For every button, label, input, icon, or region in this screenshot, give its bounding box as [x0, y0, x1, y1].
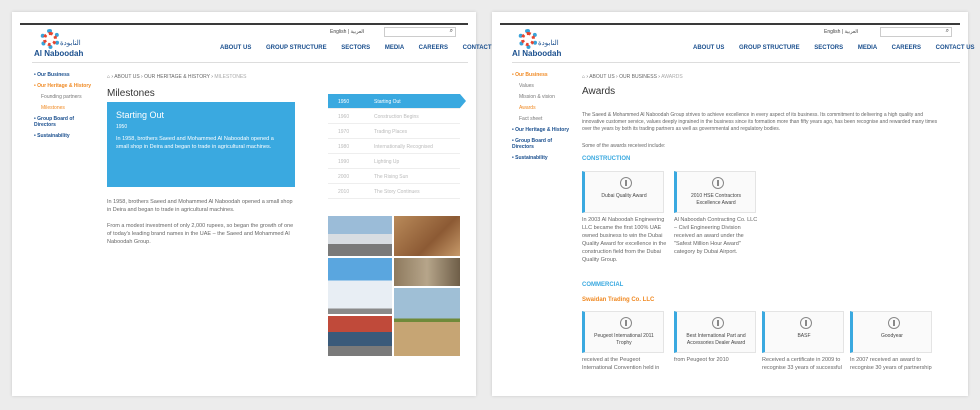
nav-group-structure[interactable]: GROUP STRUCTURE — [266, 45, 327, 51]
medal-icon — [712, 177, 724, 189]
award-text: In 2003 Al Naboodah Engineering LLC beca… — [582, 217, 667, 263]
breadcrumb: ⌂ › ABOUT US › OUR HERITAGE & HISTORY › … — [107, 74, 247, 80]
nav-media[interactable]: MEDIA — [858, 45, 877, 51]
milestone-para-2: From a modest investment of only 2,000 r… — [107, 223, 294, 245]
top-border — [20, 23, 468, 25]
nav-sectors[interactable]: SECTORS — [814, 45, 843, 51]
photo-men — [328, 258, 392, 314]
photo-tree — [394, 288, 460, 356]
brand-logo[interactable]: النابودة Al Naboodah — [512, 29, 561, 58]
award-card: Best International Part and Accessories … — [674, 311, 756, 353]
award-card: Peugeot International 2011 Trophy — [582, 311, 664, 353]
nav-about[interactable]: ABOUT US — [693, 45, 724, 51]
award-text: In 2007 received an award to recognise 3… — [850, 357, 932, 371]
nav-contact[interactable]: CONTACT US — [936, 45, 975, 51]
company-name: Swaidan Trading Co. LLC — [582, 297, 655, 303]
sidebar-item-sustainability[interactable]: • Sustainability — [512, 155, 574, 161]
photo-collage — [328, 216, 460, 356]
page-title: Awards — [582, 86, 616, 97]
award-text: Received a certificate in 2009 to recogn… — [762, 357, 842, 371]
milestones-page: النابودة Al Naboodah English | العربية ⌕… — [12, 12, 502, 396]
nav-careers[interactable]: CAREERS — [892, 45, 921, 51]
search-icon[interactable]: ⌕ — [946, 28, 949, 35]
language-switch[interactable]: English | العربية — [824, 29, 858, 35]
timeline-item[interactable]: 1970 Trading Places — [328, 124, 460, 139]
language-switch[interactable]: English | العربية — [330, 29, 364, 35]
timeline-item[interactable]: 2000 The Rising Sun — [328, 169, 460, 184]
award-card: Dubai Quality Award — [582, 171, 664, 213]
timeline-item[interactable]: 1950 Starting Out — [328, 94, 466, 109]
medal-icon — [620, 317, 632, 329]
timeline-item[interactable]: 2010 The Story Continues — [328, 184, 460, 199]
section-commercial: COMMERCIAL — [582, 282, 624, 288]
nav-sectors[interactable]: SECTORS — [341, 45, 370, 51]
nav-careers[interactable]: CAREERS — [419, 45, 448, 51]
home-icon[interactable]: ⌂ — [582, 74, 585, 80]
medal-icon — [620, 177, 632, 189]
medal-icon — [712, 317, 724, 329]
brand-logo[interactable]: النابودة Al Naboodah — [34, 29, 83, 58]
photo-desert-aerial — [394, 216, 460, 256]
award-card: Goodyear — [850, 311, 932, 353]
milestone-feature: Starting Out 1950 In 1958, brothers Saee… — [107, 102, 295, 187]
photo-van — [328, 216, 392, 256]
sidebar-item-factsheet[interactable]: Fact sheet — [512, 116, 574, 122]
timeline: 1950 Starting Out 1960 Construction Begins… — [328, 94, 466, 199]
sidebar-item-our-business[interactable]: • Our Business — [512, 72, 574, 78]
main-nav: ABOUT US GROUP STRUCTURE SECTORS MEDIA C… — [207, 45, 502, 51]
awards-page: النابودة Al Naboodah English | العربية ⌕… — [492, 12, 975, 396]
page-title: Milestones — [107, 88, 155, 99]
timeline-item[interactable]: 1960 Construction Begins — [328, 109, 460, 124]
sidebar: • Our Business Values Mission & vision A… — [512, 72, 574, 166]
award-text: received at the Peugeot International Co… — [582, 357, 660, 371]
search-input[interactable]: ⌕ — [880, 27, 952, 37]
sidebar: • Our Business • Our Heritage & History … — [34, 72, 96, 144]
home-icon[interactable]: ⌂ — [107, 74, 110, 80]
search-input[interactable]: ⌕ — [384, 27, 456, 37]
timeline-item[interactable]: 1980 Internationally Recognised — [328, 139, 460, 154]
award-text: from Peugeot for 2010 — [674, 357, 729, 363]
search-icon[interactable]: ⌕ — [450, 28, 453, 35]
medal-icon — [800, 317, 812, 329]
photo-trucks — [328, 316, 392, 356]
sidebar-item-milestones[interactable]: Milestones — [34, 105, 96, 111]
sidebar-item-our-business[interactable]: • Our Business — [34, 72, 96, 78]
milestone-para-1: In 1958, brothers Saeed and Mohammed Al … — [107, 199, 293, 213]
awards-lead: Some of the awards received include: — [582, 143, 666, 149]
main-nav: ABOUT US GROUP STRUCTURE SECTORS MEDIA C… — [680, 45, 975, 51]
sidebar-item-values[interactable]: Values — [512, 83, 574, 89]
nav-media[interactable]: MEDIA — [385, 45, 404, 51]
sidebar-item-board[interactable]: • Group Board of Directors — [34, 116, 96, 128]
timeline-item[interactable]: 1990 Lighting Up — [328, 154, 460, 169]
nav-about[interactable]: ABOUT US — [220, 45, 251, 51]
nav-group-structure[interactable]: GROUP STRUCTURE — [739, 45, 800, 51]
medal-icon — [888, 317, 900, 329]
award-card: BASF — [762, 311, 844, 353]
award-card: 2010 HSE Contractors Excellence Award — [674, 171, 756, 213]
breadcrumb: ⌂ › ABOUT US › OUR BUSINESS › AWARDS — [582, 74, 683, 80]
sidebar-item-mission[interactable]: Mission & vision — [512, 94, 574, 100]
sidebar-item-founding[interactable]: Founding partners — [34, 94, 96, 100]
photo-rooms — [394, 258, 460, 286]
sidebar-item-sustainability[interactable]: • Sustainability — [34, 133, 96, 139]
sidebar-item-board[interactable]: • Group Board of Directors — [512, 138, 574, 150]
sidebar-item-heritage[interactable]: • Our Heritage & History — [512, 127, 574, 133]
awards-intro: The Saeed & Mohammed Al Naboodah Group s… — [582, 112, 938, 132]
section-construction: CONSTRUCTION — [582, 156, 631, 162]
sidebar-item-awards[interactable]: Awards — [512, 105, 574, 111]
sidebar-item-heritage[interactable]: • Our Heritage & History — [34, 83, 96, 89]
award-text: Al Naboodah Contracting Co. LLC – Civil … — [674, 217, 758, 255]
